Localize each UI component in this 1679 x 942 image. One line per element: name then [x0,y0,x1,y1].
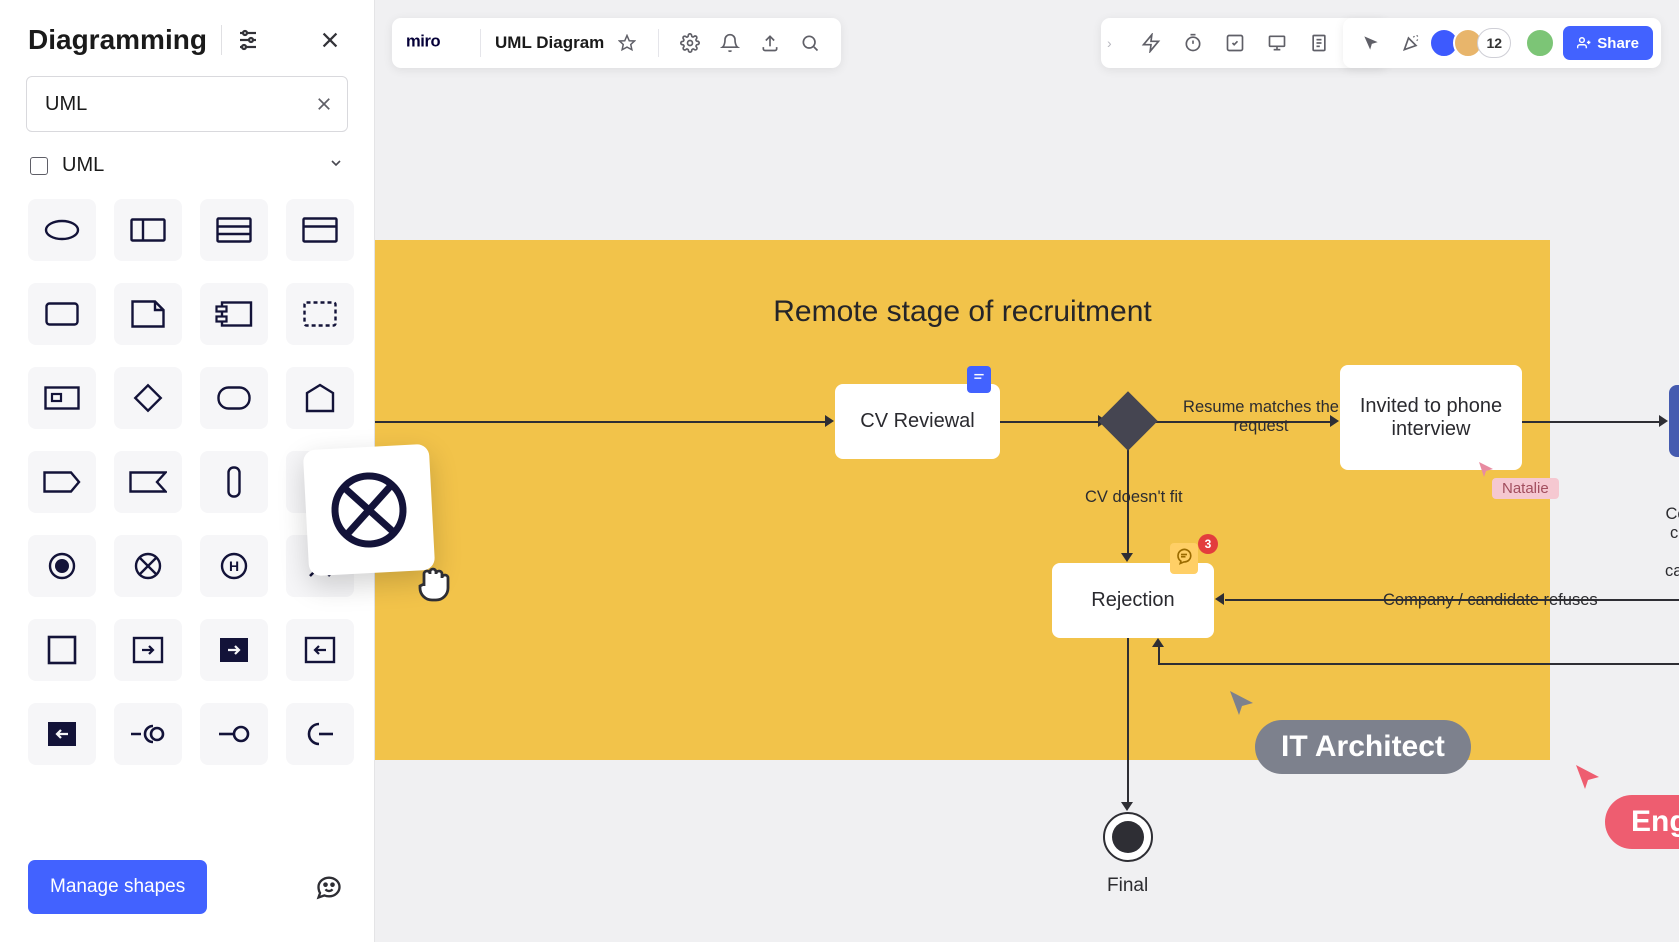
shape-history-state[interactable]: H [200,535,268,597]
node-invited[interactable]: Invited to phone interview [1340,365,1522,470]
arrow-head-icon [1659,415,1668,427]
node-phone-screening[interactable]: Phone screening [1669,385,1679,457]
shape-frame[interactable] [28,619,96,681]
sidebar-header: Diagramming [0,0,374,76]
arrow-head-icon [1121,553,1133,562]
arrow-head-icon [1152,638,1164,647]
shape-browser[interactable] [286,199,354,261]
shape-send-signal-alt[interactable] [114,451,182,513]
shape-rounded-rect[interactable] [28,283,96,345]
canvas[interactable]: Remote stage of recruitment CV Reviewal … [375,0,1679,942]
shape-note[interactable] [114,283,182,345]
close-icon[interactable] [314,24,346,56]
search-input[interactable] [26,76,348,132]
settings-icon[interactable] [236,28,260,52]
node-rejection[interactable]: Rejection [1052,563,1214,638]
arrow-line [1522,421,1660,423]
arrow-head-icon [1215,593,1224,605]
shape-provided-interface[interactable] [114,703,182,765]
cursor-pointer-icon [1573,762,1603,792]
shape-state[interactable] [200,367,268,429]
diagram-frame[interactable]: Remote stage of recruitment [375,240,1550,760]
edge-label: Company chooses a candidate [1665,505,1679,581]
cursor-tag-it-architect: IT Architect [1255,720,1471,774]
comment-icon[interactable] [967,366,991,393]
cursor-tag-engineer: Engineer [1605,795,1679,849]
svg-text:H: H [229,558,239,574]
cursor-pointer-icon [1477,460,1495,478]
manage-shapes-button[interactable]: Manage shapes [28,860,207,914]
arrow-head-icon [825,415,834,427]
sidebar-title: Diagramming [28,24,207,56]
drag-preview-flow-final[interactable] [303,444,435,576]
arrow-line [1158,645,1160,664]
shape-flow-final[interactable] [114,535,182,597]
clear-search-icon[interactable] [312,92,336,116]
shape-assembly[interactable] [286,703,354,765]
shape-class-box[interactable] [114,199,182,261]
chevron-down-icon[interactable] [328,155,344,176]
sidebar-footer: Manage shapes [0,840,374,942]
node-cv-reviewal[interactable]: CV Reviewal [835,384,1000,459]
shape-right-arrow-box-fill[interactable] [200,619,268,681]
shape-required-interface[interactable] [200,703,268,765]
final-label: Final [1107,875,1148,897]
comment-icon[interactable] [1170,543,1198,574]
arrow-line [375,421,825,423]
final-node[interactable] [1103,812,1153,862]
reactions-icon[interactable] [312,870,346,904]
frame-title: Remote stage of recruitment [773,295,1152,329]
category-checkbox-icon[interactable] [30,157,48,175]
search-wrap [0,76,374,132]
arrow-head-icon [1121,802,1133,811]
cursor-pointer-icon [1227,688,1257,718]
shape-ellipse[interactable] [28,199,96,261]
shape-right-arrow-box[interactable] [114,619,182,681]
shape-table[interactable] [200,199,268,261]
shape-receive-signal[interactable] [286,367,354,429]
category-label: UML [62,154,104,177]
arrow-line [1000,421,1104,423]
edge-label: Resume matches the request [1175,398,1347,436]
shape-initial-state[interactable] [28,535,96,597]
shape-bar-vert[interactable] [200,451,268,513]
shape-decision-diamond[interactable] [114,367,182,429]
category-uml[interactable]: UML [0,132,374,199]
arrow-line [1127,638,1129,803]
shape-object[interactable] [28,367,96,429]
comment-count-badge[interactable]: 3 [1198,534,1218,554]
edge-label: CV doesn't fit [1085,488,1183,507]
shape-selection[interactable] [286,283,354,345]
arrow-line [1158,663,1679,665]
grab-cursor-icon [408,560,456,613]
cursor-tag-natalie: Natalie [1492,478,1559,499]
edge-label: Company / candidate refuses [1383,591,1598,610]
shape-left-arrow-box-fill[interactable] [28,703,96,765]
divider [221,25,222,55]
shape-component[interactable] [200,283,268,345]
shape-send-signal[interactable] [28,451,96,513]
shape-left-arrow-box[interactable] [286,619,354,681]
